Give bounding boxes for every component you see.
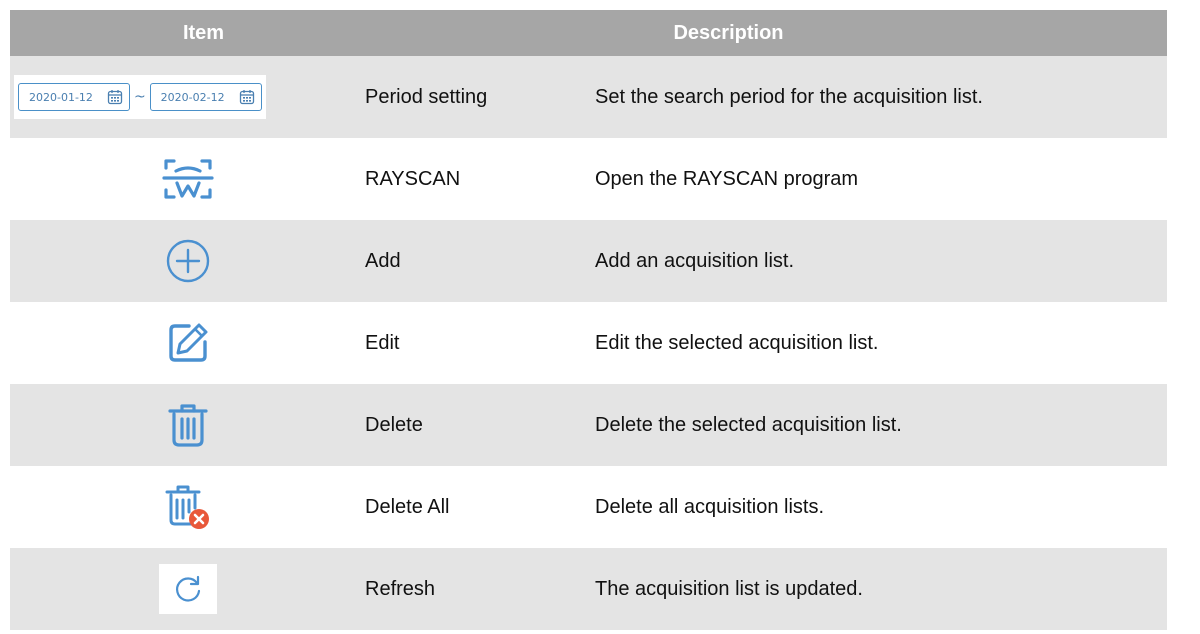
item-name: Delete — [365, 413, 423, 436]
item-name: Add — [365, 249, 401, 272]
start-date-field[interactable]: 2020-01-12 — [18, 83, 130, 111]
table-row: 2020-01-12 ~ 2020-02-12 Period setting S… — [10, 56, 1167, 138]
icon-reference-table: Item Description 2020-01-12 ~ 2020-02-12 — [10, 10, 1167, 630]
table-row: Edit Edit the selected acquisition list. — [10, 302, 1167, 384]
trash-icon[interactable] — [166, 402, 210, 448]
item-description: Open the RAYSCAN program — [595, 167, 859, 190]
end-date-field[interactable]: 2020-02-12 — [149, 83, 262, 111]
trash-delete-all-icon[interactable] — [165, 484, 211, 530]
table-header: Item Description — [10, 10, 1167, 56]
item-description: Add an acquisition list. — [595, 249, 795, 272]
item-description: Set the search period for the acquisitio… — [595, 85, 983, 108]
table-row: Refresh The acquisition list is updated. — [10, 548, 1167, 630]
item-name: Period setting — [365, 85, 488, 108]
date-range-picker[interactable]: 2020-01-12 ~ 2020-02-12 — [14, 75, 266, 119]
item-description: Delete all acquisition lists. — [595, 495, 824, 518]
date-separator: ~ — [133, 89, 146, 105]
calendar-icon[interactable] — [239, 89, 255, 105]
refresh-icon-tile — [158, 564, 217, 614]
table-row: Delete All Delete all acquisition lists. — [10, 466, 1167, 548]
item-description: The acquisition list is updated. — [595, 577, 863, 600]
item-name: Refresh — [365, 577, 436, 600]
table-row: Add Add an acquisition list. — [10, 220, 1167, 302]
table-row: RAYSCAN Open the RAYSCAN program — [10, 138, 1167, 220]
rayscan-tooth-icon[interactable] — [160, 154, 216, 204]
period-icon-cell: 2020-01-12 ~ 2020-02-12 — [10, 75, 365, 119]
edit-icon[interactable] — [165, 320, 211, 366]
refresh-icon[interactable] — [173, 574, 203, 604]
item-name: Delete All — [365, 495, 450, 518]
plus-circle-icon[interactable] — [165, 238, 211, 284]
table-row: Delete Delete the selected acquisition l… — [10, 384, 1167, 466]
item-name: Edit — [365, 331, 400, 354]
header-item: Item — [182, 21, 225, 44]
item-name: RAYSCAN — [365, 167, 461, 190]
item-description: Edit the selected acquisition list. — [595, 331, 879, 354]
calendar-icon[interactable] — [107, 89, 123, 105]
header-description: Description — [673, 21, 784, 44]
item-description: Delete the selected acquisition list. — [595, 413, 902, 436]
